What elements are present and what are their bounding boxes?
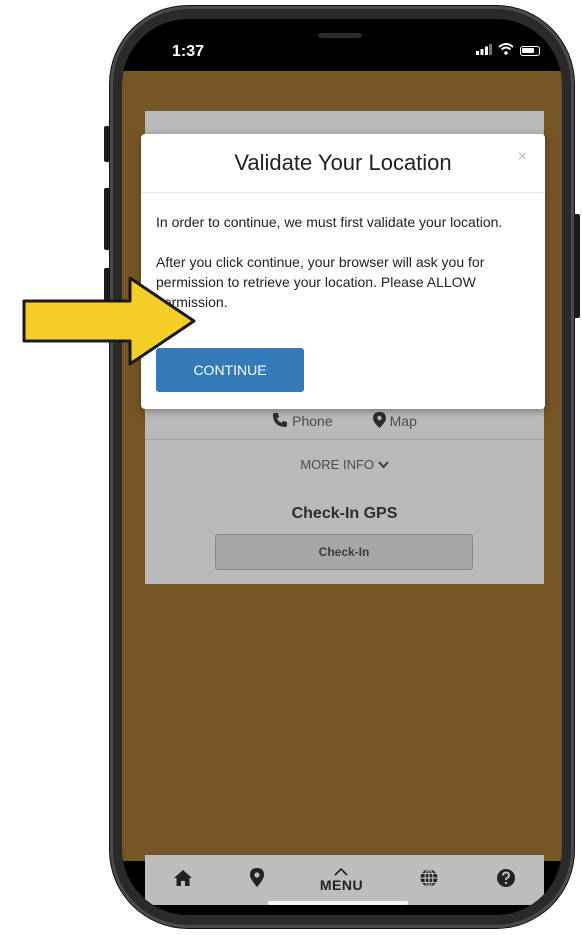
modal-header: Validate Your Location ×: [141, 134, 545, 193]
status-time: 1:37: [172, 43, 205, 60]
tutorial-stage: 1:37 Phone Map MORE INFO Check-In GPS Ch…: [0, 0, 582, 935]
nav-location[interactable]: [249, 868, 264, 892]
modal-title: Validate Your Location: [234, 150, 452, 175]
pointer-arrow-icon: [22, 276, 196, 366]
phone-screen: 1:37 Phone Map MORE INFO Check-In GPS Ch…: [122, 19, 562, 915]
nav-menu[interactable]: MENU: [320, 867, 363, 893]
close-icon[interactable]: ×: [518, 148, 527, 166]
modal-paragraph-1: In order to continue, we must first vali…: [156, 214, 503, 230]
power-button: [573, 214, 580, 318]
bottom-nav: MENU: [145, 855, 544, 905]
question-circle-icon: [496, 868, 516, 893]
home-indicator: [268, 901, 408, 905]
location-pin-icon: [249, 868, 264, 892]
menu-label: MENU: [319, 877, 364, 893]
battery-icon: [520, 45, 540, 56]
modal-body: In order to continue, we must first vali…: [156, 212, 526, 332]
app-page: Phone Map MORE INFO Check-In GPS Check-I…: [122, 71, 562, 915]
nav-globe[interactable]: [419, 868, 439, 893]
globe-icon: [419, 868, 439, 893]
status-icons: [476, 43, 540, 58]
nav-help[interactable]: [496, 868, 516, 893]
speaker-grill: [318, 33, 362, 38]
wifi-icon: [498, 43, 514, 58]
validate-location-modal: Validate Your Location × In order to con…: [141, 134, 545, 409]
nav-home[interactable]: [173, 869, 193, 892]
home-icon: [173, 869, 193, 892]
chevron-up-icon: [334, 867, 349, 877]
signal-icon: [476, 43, 492, 58]
modal-paragraph-2: After you click continue, your browser w…: [156, 254, 485, 310]
